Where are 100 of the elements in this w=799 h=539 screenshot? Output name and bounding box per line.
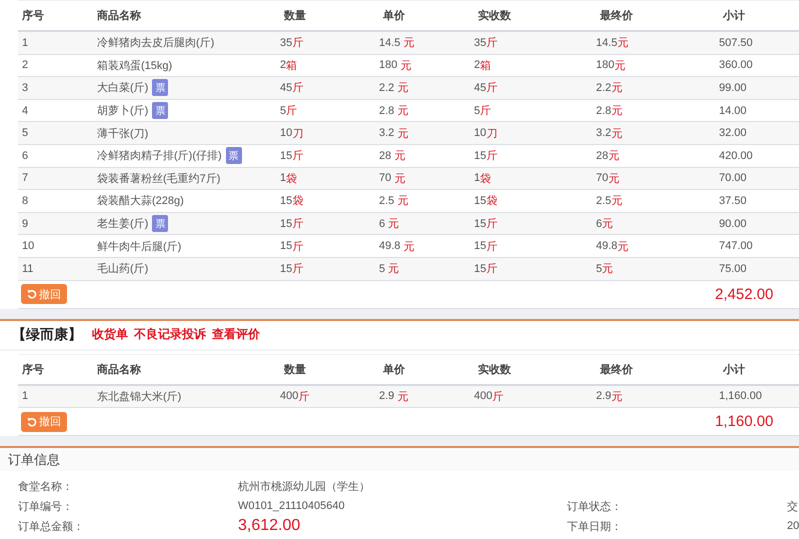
product-name: 冷鲜猪肉精子排(斤)(仔排) xyxy=(97,149,222,164)
quantity-cell-text: 2箱 xyxy=(279,58,298,73)
quantity-cell-text: 10刀 xyxy=(279,126,304,141)
store-link[interactable]: 不良记录投诉 xyxy=(134,326,206,344)
field-value: 杭州市桃源幼儿园（学生） xyxy=(238,480,371,494)
column-header: 小计 xyxy=(722,362,746,377)
undo-icon xyxy=(27,416,37,427)
unit-price-cell-text: 2.2 元 xyxy=(378,80,410,96)
final-price-cell-text: 2.8元 xyxy=(595,104,624,118)
product-name: 冷鲜猪肉去皮后腿肉(斤) xyxy=(97,36,214,50)
invoice-badge: 票 xyxy=(152,215,168,232)
subtotal-cell-text: 360.00 xyxy=(718,59,754,72)
row-number: 2 xyxy=(21,59,30,72)
store-link[interactable]: 收货单 xyxy=(92,326,128,344)
column-header: 实收数 xyxy=(477,8,512,23)
column-header: 最终价 xyxy=(599,9,634,23)
column-header: 单价 xyxy=(382,8,406,23)
withdraw-button[interactable]: 撤回 xyxy=(21,284,67,304)
field-value: W0101_21110405640 xyxy=(238,500,346,512)
final-price-cell-text: 28元 xyxy=(595,148,620,164)
product-name: 袋装番薯粉丝(毛重约7斤) xyxy=(97,172,220,186)
subtotal-cell-text: 70.00 xyxy=(718,172,748,184)
final-price-cell-text: 2.2元 xyxy=(595,80,624,96)
section-total: 2,452.00 xyxy=(715,286,774,303)
received-cell-text: 400斤 xyxy=(473,389,504,404)
subtotal-cell-text: 420.00 xyxy=(718,150,754,162)
quantity-cell-text: 15斤 xyxy=(279,262,304,276)
received-cell-text: 15袋 xyxy=(473,194,498,208)
final-price-cell-text: 5元 xyxy=(595,262,614,276)
subtotal-cell-text: 99.00 xyxy=(718,82,748,94)
quantity-cell-text: 1袋 xyxy=(279,171,298,186)
unit-price-cell-text: 180 元 xyxy=(378,58,412,73)
subtotal-cell-text: 90.00 xyxy=(718,218,748,230)
row-number: 7 xyxy=(21,172,30,184)
row-number: 8 xyxy=(21,194,30,207)
invoice-badge: 票 xyxy=(152,102,168,120)
undo-icon xyxy=(27,289,37,300)
field-label: 订单总金额： xyxy=(18,520,85,535)
field-label: 下单日期： xyxy=(567,520,623,535)
field-value: 20 xyxy=(787,520,799,532)
subtotal-cell-text: 14.00 xyxy=(718,104,748,117)
quantity-cell-text: 15斤 xyxy=(279,239,304,254)
field-label: 订单状态： xyxy=(567,500,623,515)
product-name: 胡萝卜(斤) xyxy=(97,104,148,118)
total-amount: 3,612.00 xyxy=(238,517,302,536)
unit-price-cell-text: 49.8 元 xyxy=(378,239,416,254)
received-cell-text: 15斤 xyxy=(473,239,498,254)
store-name: 【绿而康】 xyxy=(12,326,82,344)
column-header: 序号 xyxy=(21,362,45,377)
product-name: 老生姜(斤) xyxy=(97,216,148,232)
received-cell-text: 10刀 xyxy=(473,126,498,141)
unit-price-cell-text: 28 元 xyxy=(378,148,406,164)
product-name: 东北盘锦大米(斤) xyxy=(97,390,182,404)
column-header: 单价 xyxy=(382,362,406,377)
quantity-cell-text: 35斤 xyxy=(279,36,304,50)
field-value: 交 xyxy=(787,500,799,514)
subtotal-cell-text: 32.00 xyxy=(718,127,748,140)
product-name: 薄千张(刀) xyxy=(97,126,148,141)
unit-price-cell-text: 3.2 元 xyxy=(378,126,410,141)
product-name: 鲜牛肉牛后腿(斤) xyxy=(97,240,182,254)
unit-price-cell-text: 5 元 xyxy=(378,262,400,276)
quantity-cell-text: 15袋 xyxy=(279,194,304,208)
column-header: 商品名称 xyxy=(96,8,142,23)
quantity-cell-text: 400斤 xyxy=(279,389,310,404)
product-name: 大白菜(斤) xyxy=(97,81,148,96)
row-number: 10 xyxy=(21,240,36,252)
row-number: 4 xyxy=(21,104,30,117)
row-number: 11 xyxy=(21,262,34,275)
row-number: 5 xyxy=(21,127,30,140)
final-price-cell-text: 70元 xyxy=(595,171,620,186)
column-header: 小计 xyxy=(722,8,746,23)
received-cell-text: 15斤 xyxy=(473,262,498,276)
withdraw-button[interactable]: 撤回 xyxy=(21,412,67,432)
field-label: 食堂名称： xyxy=(18,480,74,495)
received-cell-text: 35斤 xyxy=(473,36,498,50)
final-price-cell-text: 2.5元 xyxy=(595,194,624,208)
column-header: 实收数 xyxy=(477,362,512,377)
invoice-badge: 票 xyxy=(226,147,242,164)
field-label: 订单编号： xyxy=(18,500,74,515)
received-cell-text: 5斤 xyxy=(473,104,492,118)
final-price-cell-text: 14.5元 xyxy=(595,36,630,50)
received-cell-text: 45斤 xyxy=(473,80,498,96)
final-price-cell-text: 3.2元 xyxy=(595,126,624,141)
received-cell-text: 1袋 xyxy=(473,171,492,186)
quantity-cell-text: 5斤 xyxy=(279,104,298,118)
row-number: 6 xyxy=(21,150,30,162)
product-name: 箱装鸡蛋(15kg) xyxy=(97,58,172,73)
product-name: 袋装醋大蒜(228g) xyxy=(97,194,184,208)
store-link[interactable]: 查看评价 xyxy=(212,326,260,344)
quantity-cell-text: 45斤 xyxy=(279,80,304,96)
received-cell-text: 2箱 xyxy=(473,58,492,73)
unit-price-cell-text: 14.5 元 xyxy=(378,36,416,50)
row-number: 3 xyxy=(21,82,30,94)
unit-price-cell-text: 2.9 元 xyxy=(378,389,410,404)
unit-price-cell-text: 2.8 元 xyxy=(378,104,410,118)
column-header: 商品名称 xyxy=(96,362,142,377)
row-number: 1 xyxy=(21,36,30,49)
invoice-badge: 票 xyxy=(152,79,168,96)
subtotal-cell-text: 75.00 xyxy=(718,262,748,275)
order-info-title: 订单信息 xyxy=(0,448,799,472)
